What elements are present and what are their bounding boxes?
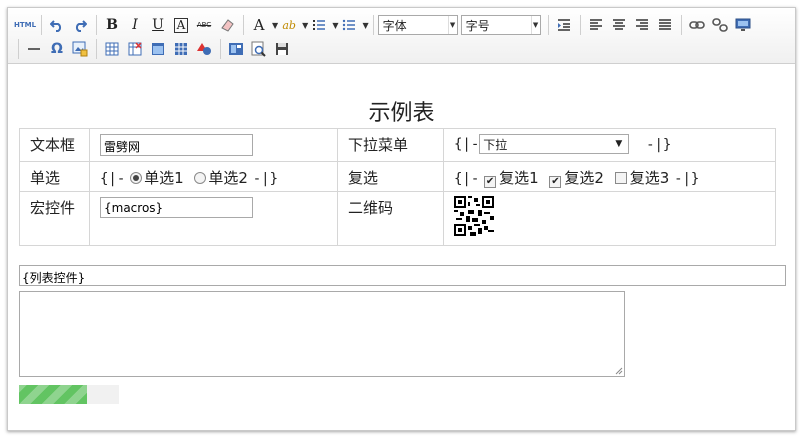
- table-row: 单选 {|- 单选1 单选2 -|} 复选 {|- ✔ 复选1 ✔ 复选2 复选3 …: [19, 161, 776, 192]
- label-cell: 复选: [337, 161, 444, 192]
- redo-icon[interactable]: [69, 14, 91, 36]
- radio-button-1[interactable]: [130, 172, 143, 184]
- textbox-cell: 雷劈网: [89, 128, 338, 162]
- unordered-list-icon[interactable]: [338, 14, 360, 36]
- label-cell: 文本框: [19, 128, 90, 162]
- rich-text-editor: HTML B I U A ABC A ▼ ab ▼ ▼ ▼ 字体 ▼ 字号 ▼ …: [7, 7, 796, 431]
- eraser-icon[interactable]: [216, 14, 238, 36]
- progress-bar-fill: [19, 385, 87, 404]
- checkbox-label-1: 复选1: [499, 169, 539, 187]
- horizontal-rule-icon[interactable]: [23, 38, 45, 60]
- table-row: 文本框 雷劈网 下拉菜单 {|- 下拉 ▼ -|}: [19, 128, 776, 162]
- radio-label-2: 单选2: [208, 169, 248, 187]
- radio-suffix: -|}: [252, 171, 279, 187]
- bold-icon[interactable]: B: [101, 14, 123, 36]
- link-icon[interactable]: [686, 14, 708, 36]
- label-cell: 单选: [19, 161, 90, 192]
- checkbox-prefix: {|-: [454, 171, 480, 187]
- align-justify-icon[interactable]: [654, 14, 676, 36]
- toolbar-separator: [18, 39, 19, 59]
- chevron-down-icon: ▼: [447, 16, 457, 34]
- toolbar-row-2: Ω: [14, 38, 294, 60]
- qr-code-image: [454, 196, 494, 236]
- image-icon[interactable]: [69, 38, 91, 60]
- label-cell: 宏控件: [19, 191, 90, 246]
- align-right-icon[interactable]: [631, 14, 653, 36]
- checkbox-label-3: 复选3: [629, 169, 670, 187]
- textbox-input[interactable]: 雷劈网: [100, 134, 253, 156]
- list-control-field[interactable]: {列表控件}: [19, 265, 786, 286]
- resize-handle-icon[interactable]: [615, 367, 623, 375]
- toolbar-separator: [243, 15, 244, 35]
- strikethrough-icon[interactable]: ABC: [193, 14, 215, 36]
- dropdown-select[interactable]: 下拉 ▼: [479, 134, 630, 154]
- checkbox-1[interactable]: ✔: [484, 176, 497, 188]
- toolbar-separator: [41, 15, 42, 35]
- undo-icon[interactable]: [46, 14, 68, 36]
- document-title: 示例表: [368, 101, 435, 126]
- radio-button-2[interactable]: [194, 172, 207, 184]
- checkbox-label-2: 复选2: [564, 169, 604, 187]
- radio-label-1: 单选1: [144, 169, 184, 187]
- table-row: 宏控件 {macros} 二维码: [19, 191, 776, 246]
- macro-cell: {macros}: [89, 191, 338, 246]
- ordered-list-icon[interactable]: [308, 14, 330, 36]
- html-icon[interactable]: HTML: [14, 14, 36, 36]
- save-icon[interactable]: [271, 38, 293, 60]
- indent-icon[interactable]: [553, 14, 575, 36]
- table-icon[interactable]: [101, 38, 123, 60]
- toolbar-separator: [96, 15, 97, 35]
- select-suffix: -|}: [646, 136, 672, 153]
- checkbox-3[interactable]: [614, 172, 627, 184]
- template-icon[interactable]: [225, 38, 247, 60]
- font-family-select[interactable]: 字体 ▼: [377, 15, 458, 35]
- toolbar-separator: [372, 15, 374, 35]
- select-prefix: {|-: [454, 136, 480, 153]
- unlink-icon[interactable]: [709, 14, 731, 36]
- merge-cells-icon[interactable]: [147, 38, 169, 60]
- progress-bar: [19, 385, 119, 404]
- label-cell: 下拉菜单: [337, 128, 444, 162]
- dropdown-value: 下拉: [483, 137, 508, 152]
- checkbox-2[interactable]: ✔: [549, 176, 562, 188]
- font-border-letter: A: [173, 17, 189, 33]
- form-table: 文本框 雷劈网 下拉菜单 {|- 下拉 ▼ -|} 单选 {|- 单选1 单选2 -…: [19, 128, 776, 246]
- chevron-down-icon: ▼: [530, 16, 540, 34]
- radio-cell: {|- 单选1 单选2 -|}: [89, 161, 338, 192]
- preview-icon[interactable]: [248, 38, 270, 60]
- split-cells-icon[interactable]: [170, 38, 192, 60]
- chevron-down-icon[interactable]: ▼: [362, 21, 368, 30]
- font-size-value: 字号: [465, 18, 490, 33]
- toolbar-separator: [96, 39, 97, 59]
- editor-content[interactable]: 示例表 文本框 雷劈网 下拉菜单 {|- 下拉 ▼ -|} 单选 {|- 单选1 单…: [8, 65, 795, 431]
- special-char-icon[interactable]: Ω: [46, 38, 68, 60]
- underline-icon[interactable]: U: [147, 14, 169, 36]
- toolbar-separator: [220, 39, 221, 59]
- font-color-icon[interactable]: A: [248, 14, 270, 36]
- chevron-down-icon: ▼: [615, 139, 623, 149]
- highlight-icon[interactable]: ab: [278, 14, 300, 36]
- checkbox-cell: {|- ✔ 复选1 ✔ 复选2 复选3 -|}: [443, 161, 776, 192]
- toolbar-separator: [680, 15, 682, 35]
- font-family-value: 字体: [382, 18, 407, 33]
- textarea-field[interactable]: [19, 291, 625, 377]
- align-left-icon[interactable]: [585, 14, 607, 36]
- font-size-select[interactable]: 字号 ▼: [460, 15, 541, 35]
- checkbox-suffix: -|}: [674, 171, 700, 187]
- chart-icon[interactable]: [193, 38, 215, 60]
- qrcode-cell: [443, 191, 776, 246]
- select-cell: {|- 下拉 ▼ -|}: [443, 128, 776, 162]
- radio-prefix: {|-: [100, 171, 126, 187]
- macro-input[interactable]: {macros}: [100, 197, 253, 218]
- italic-icon[interactable]: I: [124, 14, 146, 36]
- toolbar-separator: [547, 15, 549, 35]
- font-border-icon[interactable]: A: [170, 14, 192, 36]
- editor-toolbar: HTML B I U A ABC A ▼ ab ▼ ▼ ▼ 字体 ▼ 字号 ▼ …: [8, 8, 795, 64]
- label-cell: 二维码: [337, 191, 444, 246]
- delete-table-icon[interactable]: [124, 38, 146, 60]
- toolbar-row-1: HTML B I U A ABC A ▼ ab ▼ ▼ ▼ 字体 ▼ 字号 ▼: [14, 14, 755, 36]
- toolbar-separator: [579, 15, 581, 35]
- fullscreen-icon[interactable]: [732, 14, 754, 36]
- align-center-icon[interactable]: [608, 14, 630, 36]
